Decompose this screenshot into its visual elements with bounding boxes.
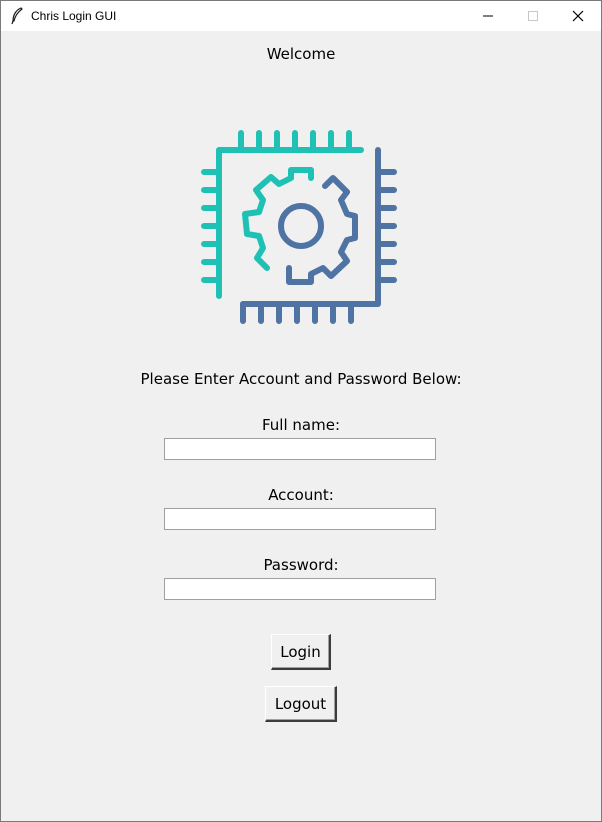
title-bar[interactable]: Chris Login GUI [1, 1, 601, 31]
minimize-icon [483, 15, 493, 17]
account-label: Account: [268, 486, 334, 504]
password-input[interactable] [164, 578, 436, 600]
maximize-icon [528, 11, 538, 21]
maximize-button[interactable] [510, 1, 556, 31]
full-name-input[interactable] [164, 438, 436, 460]
gear-chip-icon [201, 130, 397, 324]
full-name-label: Full name: [261, 416, 340, 434]
password-label: Password: [263, 556, 339, 574]
close-icon [572, 10, 584, 22]
login-button[interactable]: Login [271, 634, 331, 670]
login-prompt: Please Enter Account and Password Below: [140, 370, 462, 388]
minimize-button[interactable] [465, 1, 511, 31]
app-window: Chris Login GUI Welcome Please Enter Acc… [0, 0, 602, 822]
feather-icon [10, 7, 24, 25]
welcome-heading: Welcome [266, 45, 336, 63]
account-input[interactable] [164, 508, 436, 530]
logout-button[interactable]: Logout [265, 686, 337, 722]
window-title: Chris Login GUI [31, 9, 117, 23]
close-button[interactable] [555, 1, 601, 31]
